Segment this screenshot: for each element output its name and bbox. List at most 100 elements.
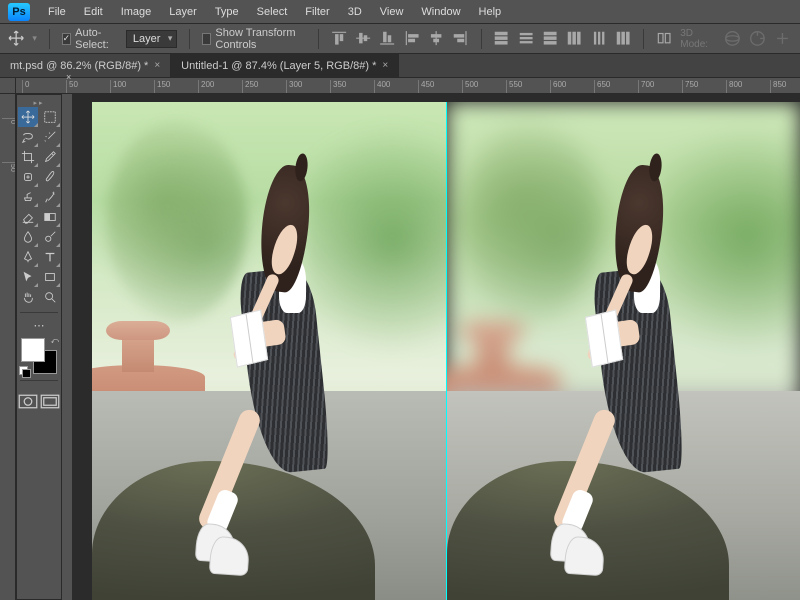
align-bottom-icon[interactable] xyxy=(379,29,395,49)
dodge-tool[interactable] xyxy=(40,227,60,247)
ruler-tick: 0 xyxy=(22,80,29,94)
ruler-tick: 0 xyxy=(2,118,16,124)
show-transform-checkbox[interactable]: Show Transform Controls xyxy=(202,27,306,51)
menu-layer[interactable]: Layer xyxy=(161,4,205,20)
history-brush-tool[interactable] xyxy=(40,187,60,207)
blur-tool[interactable] xyxy=(18,227,38,247)
canvas-area[interactable] xyxy=(72,94,800,600)
distribute-bottom-icon[interactable] xyxy=(542,29,558,49)
3d-mode-group: 3D Mode: xyxy=(680,28,792,50)
ruler-tick: 600 xyxy=(550,80,566,94)
color-swatches[interactable]: ⤺ xyxy=(21,338,57,374)
menu-view[interactable]: View xyxy=(372,4,412,20)
ruler-tick: 650 xyxy=(594,80,610,94)
tab-title: mt.psd @ 86.2% (RGB/8#) * xyxy=(10,60,148,72)
horizontal-ruler[interactable]: 0 50 100 150 200 250 300 350 400 450 500… xyxy=(16,78,800,94)
ruler-tick: 850 xyxy=(770,80,786,94)
gradient-tool[interactable] xyxy=(40,207,60,227)
options-bar: ▾ Auto-Select: Layer Show Transform Cont… xyxy=(0,24,800,54)
screen-mode-toggle[interactable] xyxy=(40,393,60,409)
panel-grip-icon[interactable]: ▸▸ xyxy=(19,99,59,107)
lasso-tool[interactable] xyxy=(18,127,38,147)
canvas-left-half xyxy=(92,102,446,600)
clone-stamp-tool[interactable] xyxy=(18,187,38,207)
menu-bar: Ps File Edit Image Layer Type Select Fil… xyxy=(0,0,800,24)
menu-select[interactable]: Select xyxy=(249,4,296,20)
rectangle-tool[interactable] xyxy=(40,267,60,287)
menu-edit[interactable]: Edit xyxy=(76,4,111,20)
show-transform-label: Show Transform Controls xyxy=(215,27,306,51)
default-colors-icon[interactable] xyxy=(19,366,29,376)
swap-colors-icon[interactable]: ⤺ xyxy=(50,336,59,346)
menu-filter[interactable]: Filter xyxy=(297,4,337,20)
ruler-tick: 250 xyxy=(242,80,258,94)
document-tab[interactable]: Untitled-1 @ 87.4% (Layer 5, RGB/8#) * × xyxy=(171,54,399,77)
menu-help[interactable]: Help xyxy=(471,4,510,20)
vertical-ruler[interactable]: 0 50 xyxy=(0,94,16,600)
tools-panel: ▸▸ xyxy=(16,94,62,600)
hand-tool[interactable] xyxy=(18,287,38,307)
ruler-tick: 400 xyxy=(374,80,390,94)
eyedropper-tool[interactable] xyxy=(40,147,60,167)
ruler-tick: 50 xyxy=(2,162,16,172)
3d-roll-icon[interactable] xyxy=(748,29,767,49)
pen-tool[interactable] xyxy=(18,247,38,267)
ruler-tick: 450 xyxy=(418,80,434,94)
document-tab[interactable]: mt.psd @ 86.2% (RGB/8#) * × xyxy=(0,54,171,77)
auto-select-label: Auto-Select: xyxy=(75,27,118,51)
close-icon[interactable]: × xyxy=(154,60,160,71)
tab-title: Untitled-1 @ 87.4% (Layer 5, RGB/8#) * xyxy=(181,60,376,72)
menu-file[interactable]: File xyxy=(40,4,74,20)
3d-orbit-icon[interactable] xyxy=(723,29,742,49)
align-hcenter-icon[interactable] xyxy=(428,29,444,49)
align-top-icon[interactable] xyxy=(331,29,347,49)
ruler-tick: 50 xyxy=(66,80,78,94)
ruler-tick: 500 xyxy=(462,80,478,94)
distribute-right-icon[interactable] xyxy=(615,29,631,49)
close-icon[interactable]: × xyxy=(382,60,388,71)
menu-image[interactable]: Image xyxy=(113,4,160,20)
align-left-icon[interactable] xyxy=(404,29,420,49)
document-canvas[interactable] xyxy=(92,102,800,600)
crop-tool[interactable] xyxy=(18,147,38,167)
ruler-tick: 750 xyxy=(682,80,698,94)
ruler-tick: 700 xyxy=(638,80,654,94)
distribute-hcenter-icon[interactable] xyxy=(591,29,607,49)
magic-wand-tool[interactable] xyxy=(40,127,60,147)
menu-3d[interactable]: 3D xyxy=(340,4,370,20)
zoom-tool[interactable] xyxy=(40,287,60,307)
auto-select-checkbox[interactable]: Auto-Select: xyxy=(62,27,118,51)
3d-pan-icon[interactable] xyxy=(773,29,792,49)
path-selection-tool[interactable] xyxy=(18,267,38,287)
auto-select-target-dropdown[interactable]: Layer xyxy=(126,30,178,48)
align-vcenter-icon[interactable] xyxy=(355,29,371,49)
foreground-swatch[interactable] xyxy=(21,338,45,362)
move-tool-indicator-icon[interactable] xyxy=(8,28,24,50)
edit-toolbar-icon[interactable]: ⋯ xyxy=(29,318,49,332)
checkbox-icon xyxy=(202,33,211,45)
close-icon[interactable]: × xyxy=(66,72,74,80)
ruler-tick: 800 xyxy=(726,80,742,94)
checkbox-icon xyxy=(62,33,72,45)
marquee-tool[interactable] xyxy=(40,107,60,127)
ruler-tick: 150 xyxy=(154,80,170,94)
menu-type[interactable]: Type xyxy=(207,4,247,20)
quick-mask-toggle[interactable] xyxy=(18,393,38,409)
distribute-top-icon[interactable] xyxy=(493,29,509,49)
spot-healing-tool[interactable] xyxy=(18,167,38,187)
move-tool[interactable] xyxy=(18,107,38,127)
type-tool[interactable] xyxy=(40,247,60,267)
ruler-tick: 550 xyxy=(506,80,522,94)
auto-align-icon[interactable] xyxy=(656,29,672,49)
ruler-origin[interactable] xyxy=(0,78,16,94)
eraser-tool[interactable] xyxy=(18,207,38,227)
canvas-right-half xyxy=(447,102,800,600)
workspace: ▸▸ xyxy=(0,78,800,600)
menu-window[interactable]: Window xyxy=(413,4,468,20)
distribute-vcenter-icon[interactable] xyxy=(518,29,534,49)
ruler-tick: 350 xyxy=(330,80,346,94)
brush-tool[interactable] xyxy=(40,167,60,187)
3d-mode-label: 3D Mode: xyxy=(680,28,717,50)
align-right-icon[interactable] xyxy=(452,29,468,49)
distribute-left-icon[interactable] xyxy=(566,29,582,49)
